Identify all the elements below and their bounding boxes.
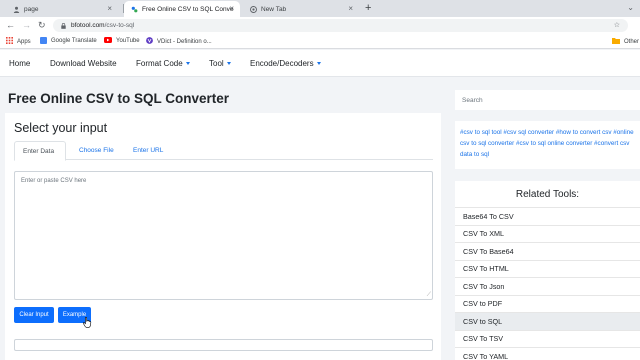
input-card: Select your input Enter Data Choose File…	[5, 113, 441, 360]
nav-tool[interactable]: Tool	[209, 59, 231, 68]
bookmark-label: VDict - Definition o...	[157, 38, 212, 45]
related-tools-list: Base64 To CSV CSV To XML CSV To Base64 C…	[455, 207, 640, 360]
related-tool-item[interactable]: CSV To Json	[455, 277, 640, 295]
search-input[interactable]: Search	[455, 90, 640, 110]
page-title: Free Online CSV to SQL Converter	[8, 91, 230, 106]
related-tools-title: Related Tools:	[515, 189, 580, 200]
nav-label: Format Code	[136, 59, 183, 68]
bookmark-label: YouTube	[116, 38, 140, 44]
related-tool-item[interactable]: CSV To YAML	[455, 347, 640, 360]
related-tool-item[interactable]: Base64 To CSV	[455, 207, 640, 225]
back-arrow-icon[interactable]: ←	[6, 20, 15, 30]
nav-home[interactable]: Home	[9, 59, 30, 68]
bookmark-apps[interactable]: Apps	[6, 37, 31, 46]
vdict-icon	[146, 37, 153, 46]
nav-label: Tool	[209, 59, 224, 68]
nav-download-website[interactable]: Download Website	[50, 59, 117, 68]
bookmark-youtube[interactable]: YouTube	[104, 37, 140, 45]
tags-box: #csv to sql tool #csv sql converter #how…	[455, 121, 640, 169]
browser-toolbar: ← → ↻ bfotool.com/csv-to-sql ☆	[0, 17, 640, 34]
nav-format-code[interactable]: Format Code	[136, 59, 190, 68]
related-tool-item[interactable]: CSV to PDF	[455, 294, 640, 313]
tab-enter-data[interactable]: Enter Data	[14, 141, 66, 161]
nav-label: Encode/Decoders	[250, 59, 314, 68]
output-area[interactable]	[14, 339, 433, 351]
chrome-globe-icon	[250, 5, 257, 13]
bookmark-other[interactable]: Other	[612, 37, 639, 46]
resize-handle-icon[interactable]: ⟋	[427, 292, 431, 298]
browser-tab-page[interactable]: page ×	[6, 1, 118, 17]
address-bar[interactable]: bfotool.com/csv-to-sql ☆	[53, 19, 628, 32]
bookmark-label: Google Translate	[51, 37, 97, 44]
hand-pointer-cursor-icon	[83, 315, 92, 333]
reload-icon[interactable]: ↻	[38, 20, 46, 30]
close-tab-icon[interactable]: ×	[107, 4, 112, 13]
related-tools-panel: Related Tools: Base64 To CSV CSV To XML …	[455, 181, 640, 360]
related-tool-item[interactable]: CSV To TSV	[455, 329, 640, 348]
csv-input-textarea[interactable]: Enter or paste CSV here ⟋	[14, 171, 433, 300]
youtube-icon	[104, 37, 112, 45]
tab-choose-file[interactable]: Choose File	[71, 141, 122, 160]
textarea-placeholder: Enter or paste CSV here	[21, 178, 87, 184]
related-tool-item[interactable]: CSV To HTML	[455, 259, 640, 278]
tab-search-chevron-icon[interactable]: ⌄	[627, 3, 634, 12]
input-tabs: Enter Data Choose File Enter URL	[14, 141, 433, 161]
browser-tab-strip: page × Free Online CSV to SQL Converte ×…	[0, 0, 640, 17]
bookmark-label: Apps	[17, 38, 31, 45]
select-input-heading: Select your input	[14, 121, 108, 135]
bookmark-star-icon[interactable]: ☆	[614, 21, 620, 29]
related-tool-item[interactable]: CSV To XML	[455, 224, 640, 243]
tab-title: page	[24, 5, 39, 13]
browser-tab-csv-to-sql[interactable]: Free Online CSV to SQL Converte ×	[124, 1, 240, 17]
search-placeholder: Search	[462, 96, 483, 104]
tag-links[interactable]: #csv to sql tool #csv sql converter #how…	[460, 127, 635, 160]
bookmark-vdict[interactable]: VDict - Definition o...	[146, 37, 212, 46]
caret-down-icon	[185, 62, 190, 65]
bookmark-label: Other	[624, 38, 640, 45]
google-translate-icon	[40, 37, 47, 44]
bookmarks-bar: Apps Google Translate YouTube VDict - De…	[0, 34, 640, 49]
site-navbar: Home Download Website Format Code Tool E…	[0, 50, 640, 77]
caret-down-icon	[316, 62, 321, 65]
related-tool-item-active[interactable]: CSV to SQL	[455, 312, 640, 330]
tab-title: New Tab	[261, 5, 287, 13]
tab-title: Free Online CSV to SQL Converte	[142, 5, 234, 13]
apps-grid-icon	[6, 37, 13, 46]
close-tab-icon[interactable]: ×	[229, 4, 234, 13]
browser-tab-new-tab[interactable]: New Tab ×	[243, 1, 359, 17]
folder-icon	[612, 37, 620, 46]
new-tab-plus-icon[interactable]: +	[365, 2, 371, 14]
url-domain: bfotool.com	[71, 22, 105, 29]
bookmark-google-translate[interactable]: Google Translate	[40, 37, 97, 44]
page-favicon-icon	[13, 6, 20, 13]
tab-enter-url[interactable]: Enter URL	[125, 141, 171, 160]
nav-encode-decoders[interactable]: Encode/Decoders	[250, 59, 321, 68]
related-tool-item[interactable]: CSV To Base64	[455, 242, 640, 260]
lock-icon	[61, 22, 66, 29]
close-tab-icon[interactable]: ×	[348, 4, 353, 13]
caret-down-icon	[226, 62, 231, 65]
clear-input-button[interactable]: Clear Input	[14, 307, 54, 323]
forward-arrow-icon[interactable]: →	[22, 20, 31, 30]
site-favicon-icon	[131, 6, 138, 13]
url-path: /csv-to-sql	[104, 22, 135, 29]
